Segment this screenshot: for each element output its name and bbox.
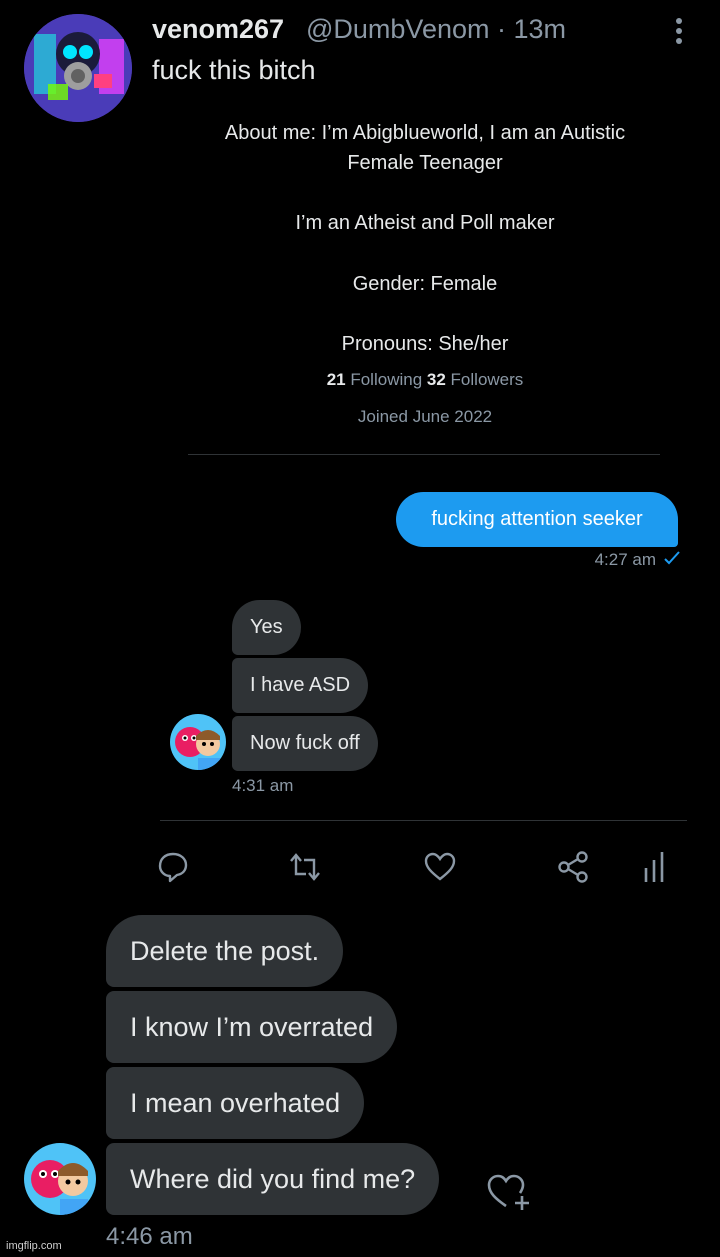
share-icon[interactable]: [557, 850, 591, 884]
bio-line: Gender: Female: [352, 273, 498, 295]
sent-time: 4:27 am: [560, 550, 680, 570]
sender-avatar[interactable]: [24, 1143, 96, 1215]
more-options-icon[interactable]: [664, 14, 694, 48]
received-message[interactable]: Yes: [232, 600, 301, 655]
retweet-icon[interactable]: [288, 850, 322, 884]
check-icon: [664, 550, 680, 570]
divider: [188, 454, 660, 455]
following-label: Following: [350, 370, 423, 389]
sent-message[interactable]: fucking attention seeker: [396, 492, 678, 547]
followers-label: Followers: [450, 370, 524, 389]
received-message[interactable]: Now fuck off: [232, 716, 378, 771]
received-message[interactable]: I mean overhated: [106, 1067, 365, 1139]
bio-line: Pronouns: She/her: [341, 333, 509, 355]
following-count: 21: [326, 370, 346, 389]
follow-stats[interactable]: 21 Following 32 Followers: [180, 370, 670, 390]
received-message[interactable]: Delete the post.: [106, 915, 344, 987]
like-icon[interactable]: [423, 850, 457, 884]
avatar[interactable]: [24, 14, 132, 122]
reply-icon[interactable]: [156, 850, 190, 884]
bio-line: About me: I’m Abigblueworld, I am an Aut…: [224, 122, 626, 144]
received-message[interactable]: I know I’m overrated: [106, 991, 398, 1063]
received-message[interactable]: I have ASD: [232, 658, 369, 713]
followers-count: 32: [426, 370, 446, 389]
display-name[interactable]: venom267: [152, 14, 284, 45]
tweet-text: fuck this bitch: [152, 55, 316, 85]
watermark: imgflip.com: [6, 1240, 62, 1252]
message-time: 4:46 am: [106, 1223, 193, 1250]
received-time: 4:31 am: [232, 776, 294, 795]
joined-date: Joined June 2022: [357, 407, 493, 426]
add-reaction-icon[interactable]: [486, 1170, 532, 1212]
analytics-icon[interactable]: [640, 850, 674, 884]
sent-time-label: 4:27 am: [594, 550, 656, 569]
received-message[interactable]: Where did you find me?: [106, 1143, 440, 1215]
bio-line: Female Teenager: [347, 152, 503, 174]
handle-and-time: @DumbVenom · 13m: [306, 14, 567, 44]
divider: [160, 820, 687, 821]
bio-line: I’m an Atheist and Poll maker: [295, 212, 555, 234]
sender-avatar[interactable]: [170, 714, 226, 770]
